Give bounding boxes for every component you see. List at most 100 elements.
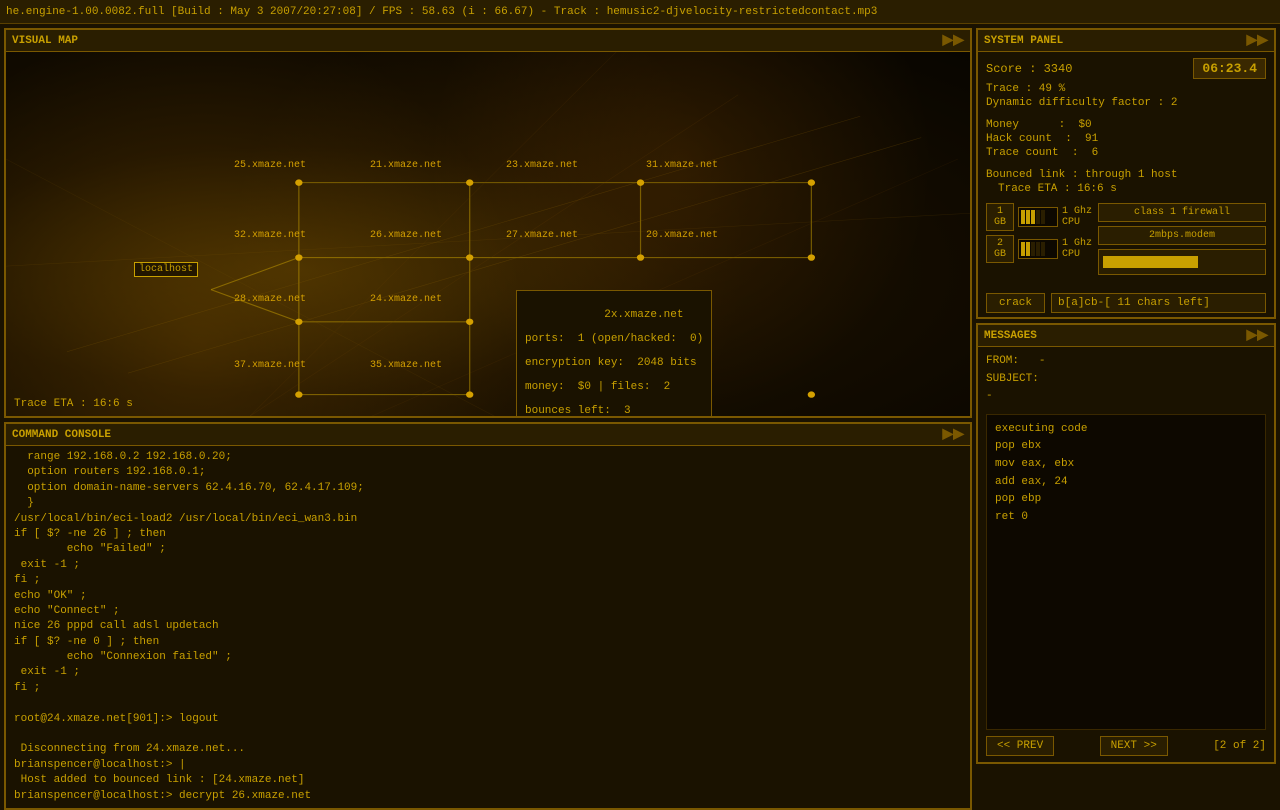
console-line: if [ $? -ne 26 ] ; then	[14, 527, 962, 542]
map-connections	[6, 52, 970, 416]
tooltip-encryption: encryption key: 2048 bits	[525, 357, 697, 369]
localhost-box[interactable]: localhost	[134, 262, 198, 277]
node-25[interactable]: 25.xmaze.net	[234, 160, 306, 171]
hardware-section: 1GB 1 GhzCPU 2GB	[986, 203, 1266, 275]
command-console-content-wrap: range 192.168.0.2 192.168.0.20; option r…	[6, 446, 970, 808]
visual-map-icon[interactable]: ▶▶	[942, 32, 964, 49]
crack-input[interactable]	[1051, 293, 1266, 313]
hw-bar-seg-empty	[1031, 242, 1035, 256]
trace-eta-row: Trace ETA : 16:6 s	[986, 183, 1266, 195]
money-value: $0	[1078, 119, 1091, 131]
visual-map-panel: VISUAL MAP ▶▶	[4, 28, 972, 418]
messages-header: MESSAGES ▶▶	[978, 325, 1274, 347]
sys-divider-2	[986, 161, 1266, 169]
console-line: fi ;	[14, 681, 962, 696]
console-line: option routers 192.168.0.1;	[14, 465, 962, 480]
node-35[interactable]: 35.xmaze.net	[370, 360, 442, 371]
command-console-header: COMMAND CONSOLE ▶▶	[6, 424, 970, 446]
system-panel-title: SYSTEM PANEL	[984, 35, 1063, 47]
hw-ram2-label: 2GB	[986, 235, 1014, 263]
msg-line: executing code	[995, 421, 1257, 439]
console-line: /usr/local/bin/eci-load2 /usr/local/bin/…	[14, 512, 962, 527]
msg-body-content: executing codepop ebxmov eax, ebxadd eax…	[986, 414, 1266, 730]
hw-bar-seg	[1021, 242, 1025, 256]
node-26[interactable]: 26.xmaze.net	[370, 230, 442, 241]
tooltip-money: money: $0 | files: 2	[525, 381, 670, 393]
command-console-output[interactable]: range 192.168.0.2 192.168.0.20; option r…	[6, 446, 970, 808]
node-37[interactable]: 37.xmaze.net	[234, 360, 306, 371]
hw-bar-seg	[1021, 210, 1025, 224]
msg-from-label: FROM:	[986, 355, 1019, 367]
hw-progress-card	[1098, 249, 1266, 275]
msg-line: ret 0	[995, 509, 1257, 527]
command-console-title: COMMAND CONSOLE	[12, 429, 111, 441]
console-line	[14, 696, 962, 711]
console-line	[14, 727, 962, 742]
hack-count-row: Hack count : 91	[986, 133, 1266, 145]
console-line: echo "Connexion failed" ;	[14, 650, 962, 665]
system-panel: SYSTEM PANEL ▶▶ Score : 3340 06:23.4 Tra…	[976, 28, 1276, 319]
node-tooltip: 2x.xmaze.net ports: 1 (open/hacked: 0) e…	[516, 290, 712, 416]
node-32[interactable]: 32.xmaze.net	[234, 230, 306, 241]
command-console-icon[interactable]: ▶▶	[942, 426, 964, 443]
hw-ram1-label: 1GB	[986, 203, 1014, 231]
msg-subject-row: SUBJECT:	[986, 371, 1266, 389]
time-display: 06:23.4	[1193, 58, 1266, 79]
ddf-row: Dynamic difficulty factor : 2	[986, 97, 1266, 109]
node-20[interactable]: 20.xmaze.net	[646, 230, 718, 241]
trace-row: Trace : 49 %	[986, 83, 1266, 95]
money-row: Money : $0	[986, 119, 1266, 131]
node-24[interactable]: 24.xmaze.net	[370, 294, 442, 305]
hack-count-label: Hack count	[986, 133, 1052, 145]
visual-map-title: VISUAL MAP	[12, 35, 78, 47]
visual-map-content: 25.xmaze.net 21.xmaze.net 23.xmaze.net 3…	[6, 52, 970, 416]
modem-card: 2mbps.modem	[1098, 226, 1266, 245]
msg-from-row: FROM: -	[986, 353, 1266, 371]
hw-bar-seg-empty	[1041, 242, 1045, 256]
console-line: brianspencer@localhost:> |	[14, 758, 962, 773]
msg-line: add eax, 24	[995, 474, 1257, 492]
hw-bar-seg-empty	[1036, 242, 1040, 256]
node-31[interactable]: 31.xmaze.net	[646, 160, 718, 171]
console-line: nice 26 pppd call adsl updetach	[14, 619, 962, 634]
hw-progress-bar	[1103, 256, 1198, 268]
hack-count-value: 91	[1085, 133, 1098, 145]
node-21[interactable]: 21.xmaze.net	[370, 160, 442, 171]
trace-count-row: Trace count : 6	[986, 147, 1266, 159]
console-line: Host added to bounced link : [24.xmaze.n…	[14, 773, 962, 788]
score-time-row: Score : 3340 06:23.4	[986, 58, 1266, 79]
console-line: root@24.xmaze.net[901]:> logout	[14, 712, 962, 727]
node-28[interactable]: 28.xmaze.net	[234, 294, 306, 305]
console-line: fi ;	[14, 573, 962, 588]
hw-col-left: 1GB 1 GhzCPU 2GB	[986, 203, 1092, 263]
tooltip-node: 2x.xmaze.net	[604, 309, 683, 321]
messages-icon[interactable]: ▶▶	[1246, 327, 1268, 344]
msg-subject-value: -	[986, 390, 993, 402]
messages-content-wrap: FROM: - SUBJECT: - executing codepop ebx…	[978, 347, 1274, 762]
node-27[interactable]: 27.xmaze.net	[506, 230, 578, 241]
console-line: range 192.168.0.2 192.168.0.20;	[14, 450, 962, 465]
console-line: exit -1 ;	[14, 665, 962, 680]
msg-counter: [2 of 2]	[1213, 740, 1266, 752]
map-area[interactable]: 25.xmaze.net 21.xmaze.net 23.xmaze.net 3…	[6, 52, 970, 416]
command-console-panel: COMMAND CONSOLE ▶▶ range 192.168.0.2 192…	[4, 422, 972, 810]
tooltip-bounces: bounces left: 3	[525, 405, 631, 416]
trace-count-label: Trace count	[986, 147, 1059, 159]
prev-button[interactable]: << PREV	[986, 736, 1054, 756]
next-button[interactable]: NEXT >>	[1100, 736, 1168, 756]
topbar-text: he.engine-1.00.0082.full [Build : May 3 …	[6, 6, 877, 18]
system-panel-icon[interactable]: ▶▶	[1246, 32, 1268, 49]
console-line: Disconnecting from 24.xmaze.net...	[14, 742, 962, 757]
hw-bar-seg	[1031, 210, 1035, 224]
crack-button[interactable]: crack	[986, 293, 1045, 313]
hw-ram2-bar	[1018, 239, 1058, 259]
hw-bar-seg	[1026, 210, 1030, 224]
hw-cpu2-name: 1 GhzCPU	[1062, 238, 1092, 260]
messages-body: FROM: - SUBJECT: - executing codepop ebx…	[978, 347, 1274, 762]
node-23[interactable]: 23.xmaze.net	[506, 160, 578, 171]
console-line: echo "Connect" ;	[14, 604, 962, 619]
hw-unit-ram1: 1GB 1 GhzCPU	[986, 203, 1092, 231]
bounced-link-row: Bounced link : through 1 host	[986, 169, 1266, 181]
msg-header: FROM: - SUBJECT: -	[986, 353, 1266, 406]
msg-subject-value-row: -	[986, 388, 1266, 406]
